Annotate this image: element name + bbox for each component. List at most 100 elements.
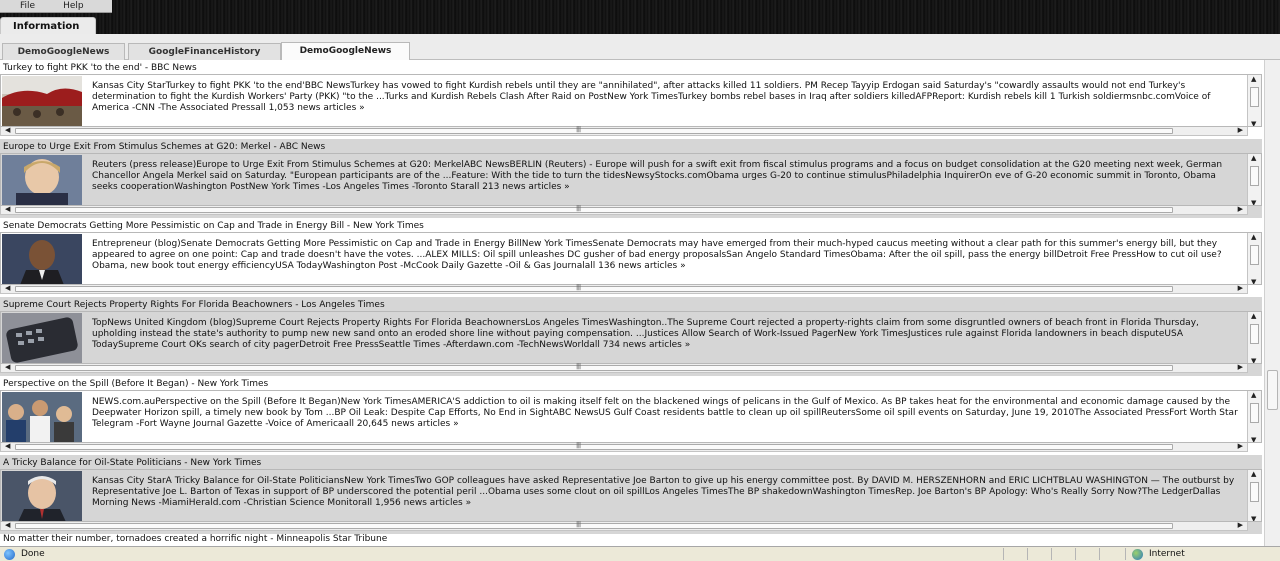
horizontal-scrollbar[interactable]: ◀ |||| ▶ bbox=[0, 521, 1248, 531]
menu-help[interactable]: Help bbox=[35, 0, 84, 12]
news-frame: Kansas City StarTurkey to fight PKK 'to … bbox=[0, 74, 1262, 127]
news-body: TopNews United Kingdom (blog)Supreme Cou… bbox=[92, 318, 1199, 350]
scroll-right-icon[interactable]: ▶ bbox=[1238, 284, 1243, 292]
news-title[interactable]: No matter their number, tornadoes create… bbox=[3, 534, 387, 544]
news-title[interactable]: Supreme Court Rejects Property Rights Fo… bbox=[3, 300, 385, 310]
horizontal-scrollbar[interactable]: ◀ |||| ▶ bbox=[0, 363, 1248, 373]
scroll-thumb[interactable] bbox=[1250, 166, 1259, 186]
news-thumbnail bbox=[2, 76, 82, 126]
scroll-left-icon[interactable]: ◀ bbox=[5, 442, 10, 450]
scroll-left-icon[interactable]: ◀ bbox=[5, 363, 10, 371]
news-item: Supreme Court Rejects Property Rights Fo… bbox=[0, 297, 1262, 376]
news-body: Kansas City StarA Tricky Balance for Oil… bbox=[92, 476, 1235, 508]
scroll-thumb[interactable] bbox=[1250, 403, 1259, 423]
news-thumbnail bbox=[2, 155, 82, 205]
grip-icon: |||| bbox=[576, 126, 581, 133]
scroll-up-icon[interactable]: ▲ bbox=[1251, 233, 1256, 241]
horizontal-scroll-thumb[interactable] bbox=[15, 365, 1173, 371]
news-title[interactable]: Turkey to fight PKK 'to the end' - BBC N… bbox=[3, 63, 197, 73]
news-frame: Reuters (press release)Europe to Urge Ex… bbox=[0, 153, 1262, 206]
scroll-up-icon[interactable]: ▲ bbox=[1251, 75, 1256, 83]
scroll-right-icon[interactable]: ▶ bbox=[1238, 521, 1243, 529]
scroll-down-icon[interactable]: ▼ bbox=[1251, 357, 1256, 363]
news-title[interactable]: Europe to Urge Exit From Stimulus Scheme… bbox=[3, 142, 325, 152]
news-thumbnail bbox=[2, 313, 82, 363]
scroll-up-icon[interactable]: ▲ bbox=[1251, 470, 1256, 478]
scroll-thumb[interactable] bbox=[1250, 482, 1259, 502]
horizontal-scrollbar[interactable]: ◀ |||| ▶ bbox=[0, 205, 1248, 215]
vertical-scrollbar[interactable]: ▲ ▼ bbox=[1247, 470, 1261, 521]
news-title[interactable]: Senate Democrats Getting More Pessimisti… bbox=[3, 221, 424, 231]
scroll-left-icon[interactable]: ◀ bbox=[5, 521, 10, 529]
scroll-up-icon[interactable]: ▲ bbox=[1251, 312, 1256, 320]
scroll-thumb[interactable] bbox=[1250, 87, 1259, 107]
news-body: Reuters (press release)Europe to Urge Ex… bbox=[92, 160, 1223, 192]
scroll-right-icon[interactable]: ▶ bbox=[1238, 205, 1243, 213]
news-item: Senate Democrats Getting More Pessimisti… bbox=[0, 218, 1262, 297]
news-thumbnail bbox=[2, 234, 82, 284]
tab-demo-google-news[interactable]: DemoGoogleNews bbox=[2, 43, 125, 60]
horizontal-scroll-thumb[interactable] bbox=[15, 523, 1173, 529]
status-divider bbox=[1099, 548, 1100, 560]
status-divider bbox=[1125, 548, 1126, 560]
scroll-down-icon[interactable]: ▼ bbox=[1251, 120, 1256, 126]
security-zone: Internet bbox=[1149, 549, 1185, 559]
status-divider bbox=[1003, 548, 1004, 560]
scroll-down-icon[interactable]: ▼ bbox=[1251, 515, 1256, 521]
horizontal-scroll-thumb[interactable] bbox=[15, 128, 1173, 134]
tab-google-finance-history[interactable]: GoogleFinanceHistory bbox=[128, 43, 281, 60]
internet-globe-icon bbox=[1132, 549, 1143, 560]
page-done-icon bbox=[4, 549, 15, 560]
information-tab[interactable]: Information bbox=[0, 17, 96, 34]
news-body: Entrepreneur (blog)Senate Democrats Gett… bbox=[92, 239, 1222, 271]
news-thumbnail bbox=[2, 471, 82, 521]
horizontal-scrollbar[interactable]: ◀ |||| ▶ bbox=[0, 442, 1248, 452]
scroll-right-icon[interactable]: ▶ bbox=[1238, 126, 1243, 134]
news-thumbnail bbox=[2, 392, 82, 442]
vertical-scrollbar[interactable]: ▲ ▼ bbox=[1247, 312, 1261, 363]
status-divider bbox=[1075, 548, 1076, 560]
grip-icon: |||| bbox=[576, 363, 581, 370]
scroll-left-icon[interactable]: ◀ bbox=[5, 284, 10, 292]
scroll-left-icon[interactable]: ◀ bbox=[5, 205, 10, 213]
news-frame: NEWS.com.auPerspective on the Spill (Bef… bbox=[0, 390, 1262, 443]
news-title[interactable]: A Tricky Balance for Oil-State Politicia… bbox=[3, 458, 261, 468]
scroll-down-icon[interactable]: ▼ bbox=[1251, 436, 1256, 442]
scroll-right-icon[interactable]: ▶ bbox=[1238, 442, 1243, 450]
news-frame: TopNews United Kingdom (blog)Supreme Cou… bbox=[0, 311, 1262, 364]
vertical-scrollbar[interactable]: ▲ ▼ bbox=[1247, 75, 1261, 126]
news-title[interactable]: Perspective on the Spill (Before It Bega… bbox=[3, 379, 268, 389]
vertical-scrollbar[interactable]: ▲ ▼ bbox=[1247, 233, 1261, 284]
news-item: A Tricky Balance for Oil-State Politicia… bbox=[0, 455, 1262, 534]
scroll-down-icon[interactable]: ▼ bbox=[1251, 199, 1256, 205]
news-body: Kansas City StarTurkey to fight PKK 'to … bbox=[92, 81, 1211, 113]
scroll-up-icon[interactable]: ▲ bbox=[1251, 391, 1256, 399]
tab-demo-google-news-active[interactable]: DemoGoogleNews bbox=[281, 42, 410, 60]
scroll-down-icon[interactable]: ▼ bbox=[1251, 278, 1256, 284]
menu-file[interactable]: File bbox=[0, 0, 35, 12]
feed-scrollbar[interactable] bbox=[1264, 60, 1280, 546]
horizontal-scroll-thumb[interactable] bbox=[15, 444, 1173, 450]
grip-icon: |||| bbox=[576, 284, 581, 291]
news-frame: Entrepreneur (blog)Senate Democrats Gett… bbox=[0, 232, 1262, 285]
news-frame: Kansas City StarA Tricky Balance for Oil… bbox=[0, 469, 1262, 522]
horizontal-scrollbar[interactable]: ◀ |||| ▶ bbox=[0, 126, 1248, 136]
news-item: Europe to Urge Exit From Stimulus Scheme… bbox=[0, 139, 1262, 218]
title-bar: File Help Information bbox=[0, 0, 1280, 34]
vertical-scrollbar[interactable]: ▲ ▼ bbox=[1247, 154, 1261, 205]
scroll-right-icon[interactable]: ▶ bbox=[1238, 363, 1243, 371]
status-bar: Done Internet bbox=[0, 546, 1280, 561]
scroll-thumb[interactable] bbox=[1250, 245, 1259, 265]
scroll-thumb[interactable] bbox=[1250, 324, 1259, 344]
vertical-scrollbar[interactable]: ▲ ▼ bbox=[1247, 391, 1261, 442]
horizontal-scrollbar[interactable]: ◀ |||| ▶ bbox=[0, 284, 1248, 294]
horizontal-scroll-thumb[interactable] bbox=[15, 286, 1173, 292]
horizontal-scroll-thumb[interactable] bbox=[15, 207, 1173, 213]
feed-scroll-thumb[interactable] bbox=[1267, 370, 1278, 410]
status-divider bbox=[1027, 548, 1028, 560]
news-body: NEWS.com.auPerspective on the Spill (Bef… bbox=[92, 397, 1238, 429]
news-item: Perspective on the Spill (Before It Bega… bbox=[0, 376, 1262, 455]
scroll-up-icon[interactable]: ▲ bbox=[1251, 154, 1256, 162]
news-item: Turkey to fight PKK 'to the end' - BBC N… bbox=[0, 60, 1262, 139]
scroll-left-icon[interactable]: ◀ bbox=[5, 126, 10, 134]
